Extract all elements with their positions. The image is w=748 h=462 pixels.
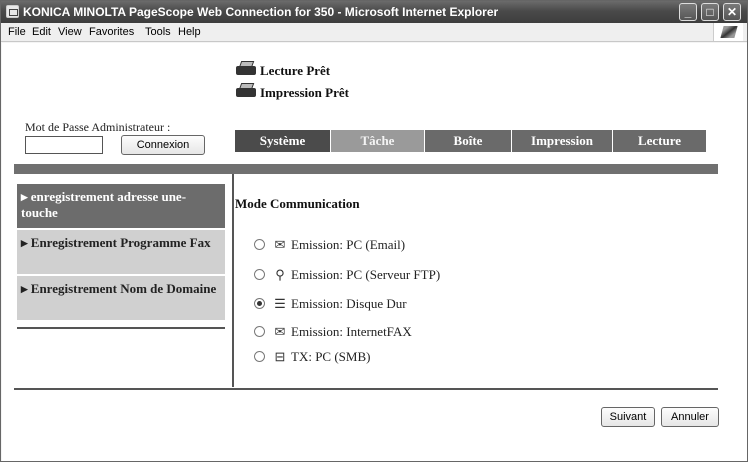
browser-window: KONICA MINOLTA PageScope Web Connection … — [0, 0, 748, 462]
app-icon — [6, 5, 19, 18]
print-status: Impression Prêt — [260, 85, 349, 100]
arrow-right-icon: ▸ — [21, 189, 31, 204]
footer-divider — [14, 388, 718, 390]
ie-logo-icon — [713, 23, 743, 41]
password-label: Mot de Passe Administrateur : — [25, 120, 171, 134]
arrow-right-icon: ▸ — [21, 235, 31, 250]
sidebar-item-programme-fax[interactable]: ▸ Enregistrement Programme Fax — [17, 230, 225, 274]
maximize-button[interactable]: □ — [701, 3, 719, 21]
radio-internetfax[interactable] — [254, 326, 265, 337]
minimize-button[interactable]: _ — [679, 3, 697, 21]
sidebar-item-nom-de-domaine[interactable]: ▸ Enregistrement Nom de Domaine — [17, 276, 225, 320]
menu-tools[interactable]: Tools — [145, 26, 171, 38]
close-button[interactable]: ✕ — [723, 3, 741, 21]
smb-icon: ⊟ — [274, 349, 286, 364]
vertical-divider — [232, 174, 234, 387]
sidebar-divider — [17, 327, 225, 329]
header-divider — [14, 164, 718, 174]
menu-favorites[interactable]: Favorites — [89, 26, 134, 38]
scan-status: Lecture Prêt — [260, 63, 331, 78]
tab-impression[interactable]: Impression — [512, 130, 612, 152]
harddisk-icon: ☰ — [274, 296, 286, 311]
menu-file[interactable]: File — [8, 26, 26, 38]
radio-email[interactable] — [254, 239, 265, 250]
menu-view[interactable]: View — [58, 26, 82, 38]
scanner-icon — [236, 61, 256, 77]
page-title: Mode Communication — [235, 196, 360, 211]
internetfax-icon: ✉ — [274, 324, 286, 339]
page-content: Lecture Prêt Impression Prêt Mot de Pass… — [2, 43, 747, 461]
sidebar-item-adresse-une-touche[interactable]: ▸ enregistrement adresse une-touche — [17, 184, 225, 228]
radio-harddisk[interactable] — [254, 298, 265, 309]
menu-help[interactable]: Help — [178, 26, 201, 38]
radio-ftp[interactable] — [254, 269, 265, 280]
title-bar: KONICA MINOLTA PageScope Web Connection … — [1, 1, 747, 23]
next-button[interactable]: Suivant — [601, 407, 655, 427]
admin-password-input[interactable] — [25, 136, 103, 154]
radio-smb[interactable] — [254, 351, 265, 362]
arrow-right-icon: ▸ — [21, 281, 31, 296]
cancel-button[interactable]: Annuler — [661, 407, 719, 427]
connexion-button[interactable]: Connexion — [121, 135, 205, 155]
tab-systeme[interactable]: Système — [235, 130, 330, 152]
printer-icon — [236, 83, 256, 99]
window-title: KONICA MINOLTA PageScope Web Connection … — [23, 5, 499, 19]
tab-tache[interactable]: Tâche — [331, 130, 424, 152]
tab-lecture[interactable]: Lecture — [613, 130, 706, 152]
menu-edit[interactable]: Edit — [32, 26, 51, 38]
menu-bar: File Edit View Favorites Tools Help — [1, 23, 747, 42]
tab-boite[interactable]: Boîte — [425, 130, 511, 152]
ftp-icon: ⚲ — [275, 267, 285, 282]
email-icon: ✉ — [274, 237, 286, 252]
